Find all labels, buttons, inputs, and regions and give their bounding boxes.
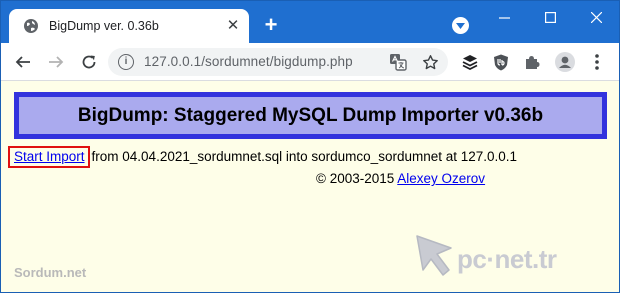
author-link[interactable]: Alexey Ozerov [397, 171, 485, 186]
ublock-shield-icon[interactable] [491, 52, 511, 72]
back-arrow-icon[interactable] [11, 50, 35, 74]
browser-tab[interactable]: BigDump ver. 0.36b ✕ [9, 9, 249, 43]
new-tab-button[interactable]: + [259, 13, 283, 37]
layers-extension-icon[interactable] [460, 52, 480, 72]
minimize-icon[interactable] [481, 1, 527, 33]
browser-toolbar: i 127.0.0.1/sordumnet/bigdump.php [1, 43, 619, 81]
bookmark-star-icon[interactable] [420, 52, 440, 72]
highlight-box: Start Import [8, 145, 90, 168]
pcnet-watermark: pc·net.tr [411, 230, 591, 282]
bigdump-header: BigDump: Staggered MySQL Dump Importer v… [14, 92, 607, 139]
page-content: BigDump: Staggered MySQL Dump Importer v… [1, 82, 619, 292]
tab-close-icon[interactable]: ✕ [225, 18, 241, 34]
browser-window: BigDump ver. 0.36b ✕ + i 127.0.0.1/sordu… [0, 0, 620, 293]
reload-icon[interactable] [77, 50, 101, 74]
forward-arrow-icon[interactable] [44, 50, 68, 74]
page-title: BigDump: Staggered MySQL Dump Importer v… [77, 104, 544, 126]
start-import-link[interactable]: Start Import [14, 149, 85, 164]
extensions-puzzle-icon[interactable] [522, 52, 542, 72]
globe-icon [23, 18, 39, 34]
sordum-watermark: Sordum.net [14, 265, 87, 280]
tab-search-icon[interactable] [452, 17, 469, 34]
tab-title: BigDump ver. 0.36b [49, 19, 159, 33]
address-url[interactable]: 127.0.0.1/sordumnet/bigdump.php [144, 54, 353, 69]
translate-icon[interactable] [389, 53, 407, 71]
tab-strip: BigDump ver. 0.36b ✕ + [1, 1, 619, 43]
copyright-text: © 2003-2015 [316, 171, 398, 186]
address-bar[interactable]: i 127.0.0.1/sordumnet/bigdump.php [108, 48, 448, 76]
import-status-line: Start Import from 04.04.2021_sordumnet.s… [8, 144, 517, 169]
pcnet-watermark-text: pc·net.tr [457, 244, 557, 274]
maximize-icon[interactable] [527, 1, 573, 33]
menu-kebab-icon[interactable] [587, 52, 607, 72]
profile-avatar-icon[interactable] [555, 52, 575, 72]
import-description: from 04.04.2021_sordumnet.sql into sordu… [91, 149, 518, 164]
site-info-icon[interactable]: i [118, 54, 134, 70]
close-window-icon[interactable] [573, 1, 619, 33]
copyright-line: © 2003-2015 Alexey Ozerov [316, 171, 485, 186]
cursor-logo-icon [416, 235, 452, 276]
